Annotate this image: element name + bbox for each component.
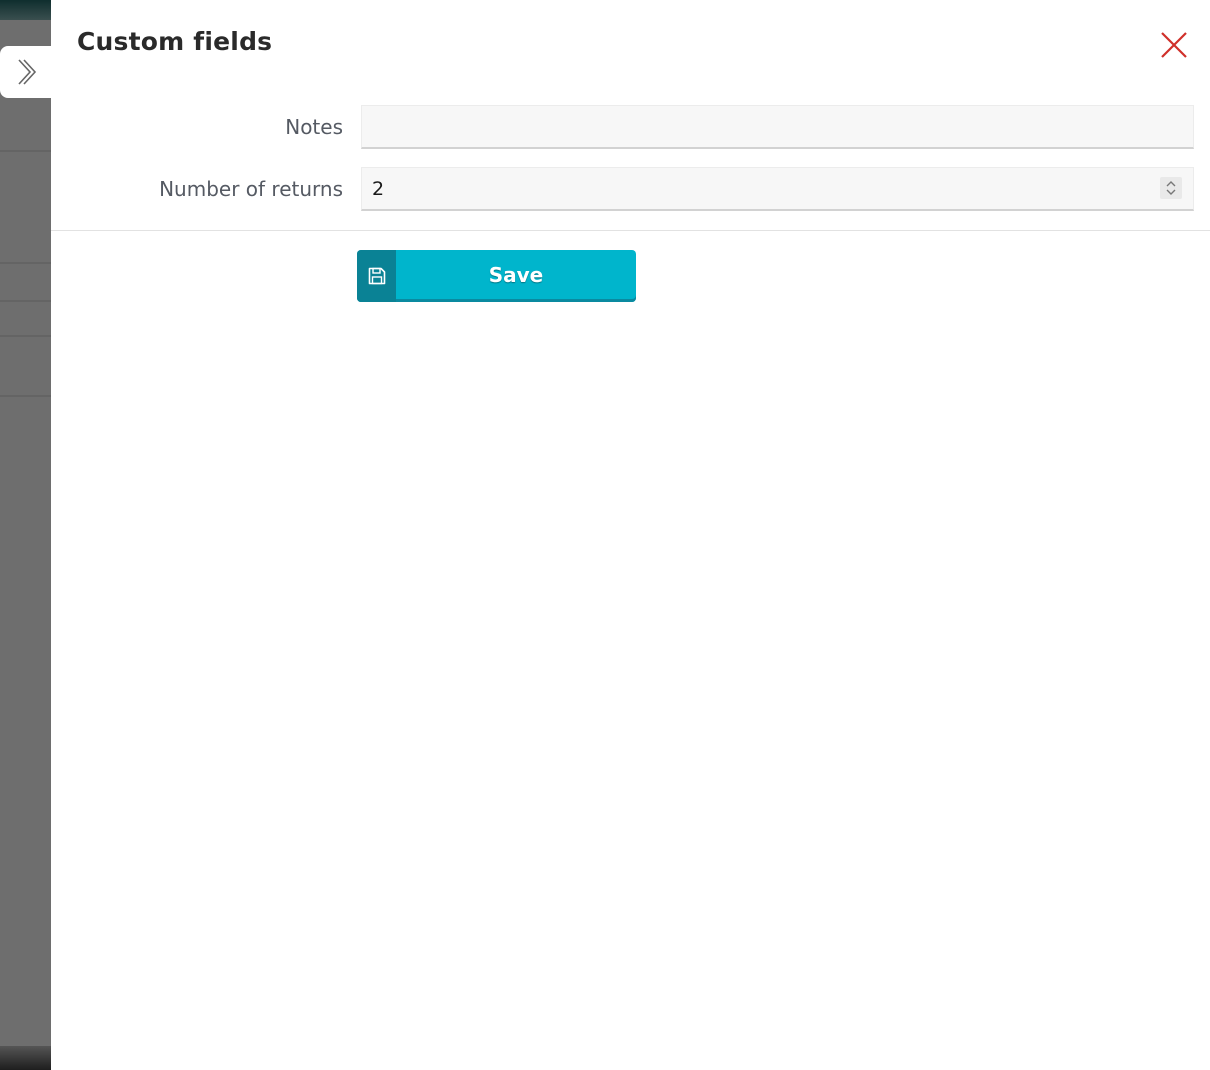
collapse-panel-button[interactable]	[0, 46, 51, 98]
background-divider	[0, 150, 51, 152]
returns-stepper[interactable]	[1160, 177, 1182, 199]
background-divider	[0, 262, 51, 264]
custom-fields-panel: Custom fields Notes Number of returns 2 …	[51, 0, 1210, 1070]
background-divider	[0, 335, 51, 337]
returns-row: Number of returns	[51, 167, 1210, 211]
save-button-label: Save	[488, 263, 544, 287]
close-icon	[1161, 32, 1187, 58]
form-divider	[51, 230, 1210, 231]
returns-label: Number of returns	[159, 177, 343, 201]
notes-label: Notes	[285, 115, 343, 139]
panel-title: Custom fields	[77, 27, 273, 56]
chevron-right-icon	[17, 59, 36, 85]
up-down-icon	[1166, 181, 1176, 195]
save-icon-box	[357, 250, 396, 302]
notes-input[interactable]	[361, 105, 1194, 149]
background-footer	[0, 1046, 51, 1070]
notes-row: Notes	[51, 105, 1210, 149]
background-header	[0, 0, 51, 20]
floppy-disk-icon	[368, 267, 385, 285]
close-button[interactable]	[1158, 29, 1190, 61]
background-divider	[0, 300, 51, 302]
save-button[interactable]: Save	[357, 250, 636, 302]
returns-input[interactable]	[361, 167, 1194, 211]
background-divider	[0, 395, 51, 397]
background-app	[0, 0, 51, 1070]
returns-number-field	[361, 167, 1194, 211]
